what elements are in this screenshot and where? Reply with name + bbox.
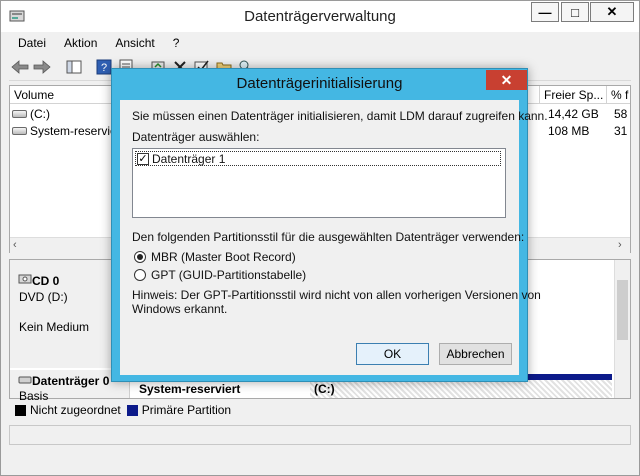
drive-icon — [12, 127, 27, 135]
cd-type: DVD (D:) — [19, 290, 68, 304]
hint-line-2: Windows erkannt. — [132, 302, 228, 316]
percent-free: 31 — [614, 124, 628, 138]
dialog-title: Datenträgerinitialisierung — [236, 75, 403, 92]
disk0-name: Datenträger 0 — [32, 374, 110, 388]
dialog-intro: Sie müssen einen Datenträger initialisie… — [132, 109, 548, 123]
cd-name: CD 0 — [32, 274, 60, 288]
console-tree-icon[interactable] — [65, 58, 83, 76]
volume-name: System-reservie — [30, 124, 117, 138]
mbr-option[interactable]: MBR (Master Boot Record) — [132, 249, 332, 265]
svg-text:?: ? — [101, 62, 107, 74]
disk-checkbox[interactable]: ✓ — [137, 153, 149, 165]
scroll-left-icon[interactable]: ‹ — [13, 239, 17, 251]
scroll-right-icon[interactable]: › — [618, 239, 622, 251]
drive-icon — [12, 110, 27, 118]
maximize-button[interactable]: □ — [561, 2, 589, 22]
select-disk-label: Datenträger auswählen: — [132, 130, 260, 144]
title-bar[interactable]: Datenträgerverwaltung — □ ✕ — [1, 1, 639, 32]
disk-listbox[interactable]: ✓ Datenträger 1 — [132, 148, 506, 218]
primary-partition-swatch — [126, 404, 138, 416]
back-arrow-icon[interactable] — [11, 58, 29, 76]
cd-status: Kein Medium — [19, 320, 90, 334]
ok-button[interactable]: OK — [356, 343, 429, 365]
column-header-free-space[interactable]: Freier Sp... — [540, 86, 607, 104]
maximize-icon: □ — [571, 4, 579, 20]
mbr-radio[interactable] — [134, 251, 146, 263]
dialog-close-button[interactable]: ✕ — [486, 70, 527, 90]
forward-arrow-icon[interactable] — [33, 58, 51, 76]
unallocated-swatch — [15, 404, 26, 416]
close-button[interactable]: ✕ — [590, 2, 634, 22]
menu-aktion[interactable]: Aktion — [55, 32, 106, 53]
volume-name: (C:) — [30, 107, 50, 121]
mbr-label: MBR (Master Boot Record) — [151, 250, 296, 264]
free-space: 14,42 GB — [548, 107, 599, 121]
gpt-radio[interactable] — [134, 269, 146, 281]
column-header-percent-free[interactable]: % f — [607, 86, 630, 104]
scroll-thumb[interactable] — [617, 280, 628, 340]
legend: Nicht zugeordnet Primäre Partition — [9, 401, 631, 419]
menu-bar: Datei Aktion Ansicht ? — [9, 32, 631, 53]
list-item[interactable]: ✓ Datenträger 1 — [135, 151, 501, 166]
close-icon: ✕ — [606, 4, 618, 19]
hint-line-1: Hinweis: Der GPT-Partitionsstil wird nic… — [132, 288, 541, 302]
disk-item-label: Datenträger 1 — [152, 152, 226, 166]
menu-help[interactable]: ? — [164, 32, 189, 53]
menu-ansicht[interactable]: Ansicht — [106, 32, 163, 53]
dialog-body: Sie müssen einen Datenträger initialisie… — [120, 100, 548, 375]
menu-datei[interactable]: Datei — [9, 32, 55, 53]
gpt-option[interactable]: GPT (GUID-Partitionstabelle) — [132, 267, 332, 283]
minimize-button[interactable]: — — [531, 2, 559, 22]
cancel-button[interactable]: Abbrechen — [439, 343, 512, 365]
legend-primary: Primäre Partition — [141, 403, 232, 417]
vertical-scrollbar[interactable] — [614, 260, 630, 398]
partition-style-label: Den folgenden Partitionsstil für die aus… — [132, 230, 525, 244]
cd-drive-icon — [18, 274, 32, 284]
close-icon: ✕ — [500, 71, 513, 88]
free-space: 108 MB — [548, 124, 590, 138]
percent-free: 58 — [614, 107, 628, 121]
minimize-icon: — — [538, 4, 552, 20]
gpt-label: GPT (GUID-Partitionstabelle) — [151, 268, 307, 282]
disk-init-dialog: Datenträgerinitialisierung ✕ Sie müssen … — [111, 68, 548, 382]
status-bar — [9, 425, 631, 445]
legend-unallocated: Nicht zugeordnet — [30, 403, 121, 417]
disk-icon — [18, 376, 32, 384]
